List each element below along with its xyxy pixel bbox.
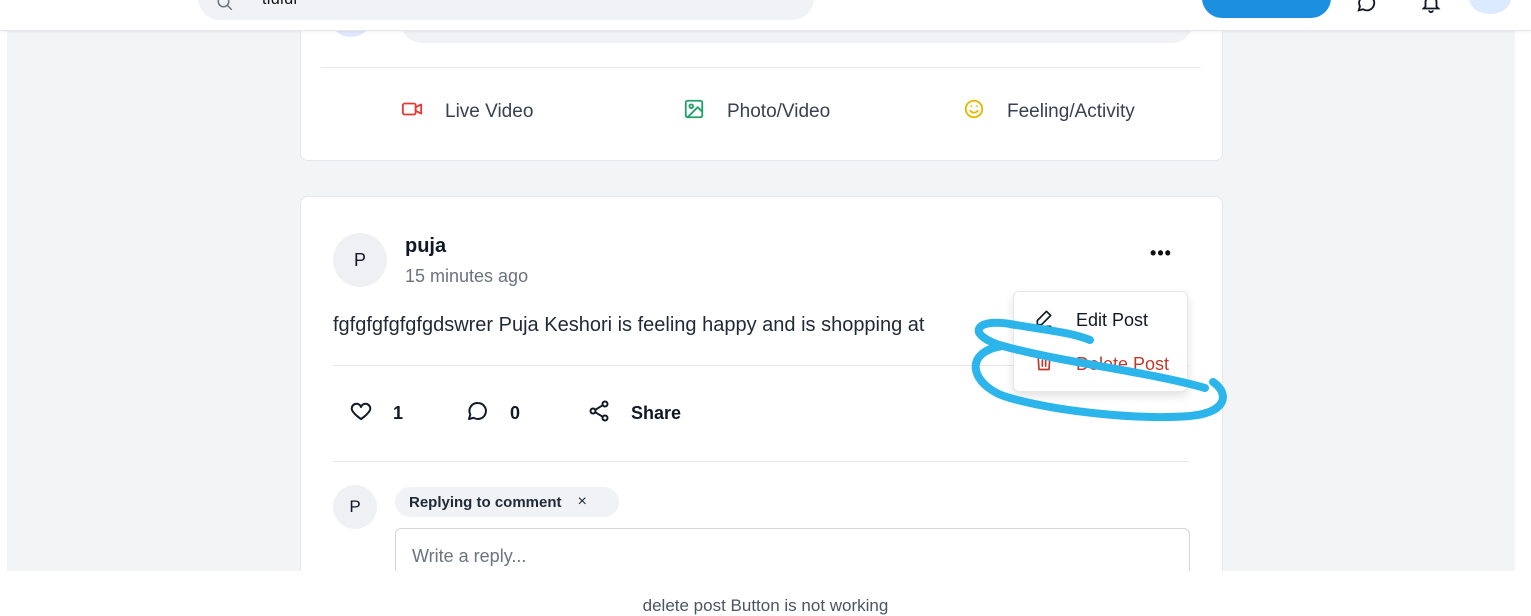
search-icon	[216, 0, 234, 12]
like-button[interactable]: 1	[349, 399, 403, 427]
right-gutter	[1515, 0, 1531, 571]
share-icon	[587, 399, 631, 428]
live-video-label: Live Video	[445, 101, 534, 122]
post-options-menu: Edit Post Delete Post	[1013, 291, 1188, 392]
reply-input[interactable]	[395, 528, 1190, 571]
delete-post-menu-item[interactable]: Delete Post	[1014, 344, 1189, 384]
feeling-activity-button[interactable]: Feeling/Activity	[963, 97, 1135, 127]
delete-post-label: Delete Post	[1076, 353, 1170, 374]
photo-video-button[interactable]: Photo/Video	[683, 97, 830, 127]
image-icon	[683, 98, 705, 126]
heart-icon	[349, 399, 393, 428]
comment-count: 0	[510, 402, 521, 423]
create-button[interactable]	[1202, 0, 1331, 18]
search-bar[interactable]: tfdfdf	[198, 0, 814, 20]
comment-icon	[466, 399, 510, 428]
trash-icon	[1034, 352, 1076, 377]
feeling-activity-label: Feeling/Activity	[1007, 101, 1135, 122]
avatar[interactable]: P	[333, 233, 387, 287]
replying-to-label: Replying to comment	[409, 493, 562, 511]
composer-divider	[321, 67, 1201, 68]
like-count: 1	[393, 402, 404, 423]
smile-icon	[963, 98, 985, 126]
more-options-button[interactable]: •••	[1149, 243, 1173, 265]
replying-to-chip: Replying to comment ×	[395, 487, 619, 517]
search-value: tfdfdf	[262, 0, 298, 9]
chat-icon[interactable]	[1356, 0, 1378, 14]
user-avatar[interactable]	[1469, 0, 1511, 14]
share-label: Share	[631, 402, 682, 423]
app-screen: Live Video Photo/Video Feeling/Activity …	[0, 0, 1531, 571]
edit-post-menu-item[interactable]: Edit Post	[1014, 300, 1189, 340]
comments-divider	[333, 461, 1189, 462]
photo-video-label: Photo/Video	[727, 101, 831, 122]
reply-avatar: P	[333, 485, 377, 529]
video-icon	[401, 98, 423, 126]
left-gutter	[0, 0, 7, 571]
post-timestamp: 15 minutes ago	[405, 266, 529, 286]
share-button[interactable]: Share	[587, 399, 681, 427]
post-author[interactable]: puja	[405, 235, 446, 258]
live-video-button[interactable]: Live Video	[401, 97, 533, 127]
pencil-icon	[1034, 308, 1076, 333]
top-navigation-bar: tfdfdf	[0, 0, 1531, 31]
close-icon[interactable]: ×	[578, 493, 587, 511]
edit-post-label: Edit Post	[1076, 309, 1149, 330]
bell-icon[interactable]	[1420, 0, 1442, 14]
screenshot-caption: delete post Button is not working	[642, 596, 889, 615]
comment-button[interactable]: 0	[466, 399, 520, 427]
post-text: fgfgfgfgfgfgdswrer Puja Keshori is feeli…	[333, 314, 925, 336]
